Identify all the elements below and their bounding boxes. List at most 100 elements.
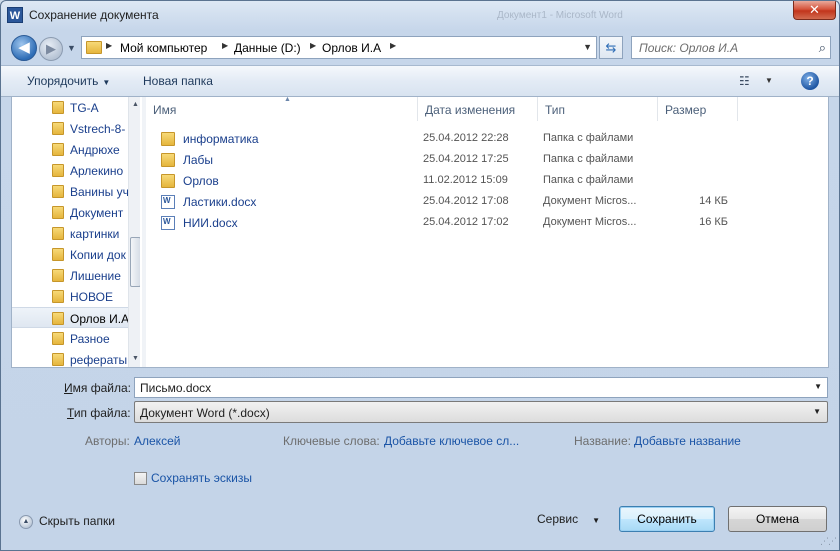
nav-item[interactable]: рефераты (12, 349, 130, 367)
filetype-label: Тип файла: (67, 406, 131, 420)
tools-label: Сервис (537, 512, 579, 526)
column-header-type[interactable]: Тип (538, 97, 658, 121)
sort-ascending-icon: ▲ (284, 96, 291, 103)
nav-item-label: рефераты (70, 353, 128, 367)
file-date: 25.04.2012 17:02 (423, 216, 509, 228)
chevron-down-icon[interactable]: ▼ (814, 382, 822, 391)
tools-menu-button[interactable]: Сервис ▼ (537, 512, 600, 526)
nav-item-label: Копии док (70, 248, 126, 262)
forward-button[interactable]: ▶ (39, 37, 63, 61)
column-label: Размер (665, 103, 707, 117)
nav-item[interactable]: Арлекино (12, 160, 130, 181)
save-thumbnails-checkbox[interactable] (134, 472, 147, 485)
scroll-thumb[interactable] (130, 237, 140, 287)
nav-item[interactable]: Лишение (12, 265, 130, 286)
back-button[interactable]: ◀ (11, 35, 37, 61)
folder-icon (161, 132, 175, 146)
address-bar[interactable]: ▶ Мой компьютер ▶ Данные (D:) ▶ Орлов И.… (81, 36, 597, 59)
nav-item[interactable]: картинки (12, 223, 130, 244)
title-value[interactable]: Добавьте название (634, 434, 741, 448)
help-button[interactable]: ? (801, 72, 819, 90)
file-name: НИИ.docx (183, 216, 238, 230)
file-type: Папка с файлами (543, 153, 634, 165)
file-row[interactable]: Орлов 11.02.2012 15:09 Папка с файлами (146, 170, 829, 191)
nav-item-selected[interactable]: Орлов И.А (12, 307, 130, 328)
chevron-right-icon[interactable]: ▶ (106, 41, 112, 50)
chevron-up-icon: ▲ (19, 514, 33, 529)
nav-item[interactable]: Копии док (12, 244, 130, 265)
background-window-title: Документ1 - Microsoft Word (497, 10, 623, 21)
word-document-icon (161, 195, 175, 209)
folder-icon (52, 206, 64, 219)
nav-item[interactable]: Ванины уч (12, 181, 130, 202)
nav-item[interactable]: Андрюхе (12, 139, 130, 160)
scroll-down-icon[interactable]: ▼ (132, 355, 139, 362)
file-row[interactable]: НИИ.docx 25.04.2012 17:02 Документ Micro… (146, 212, 829, 233)
folder-icon (52, 332, 64, 345)
back-arrow-icon: ◀ (18, 39, 30, 56)
column-header-name[interactable]: Имя ▲ (146, 96, 418, 121)
nav-item[interactable]: НОВОЕ (12, 286, 130, 307)
view-options-icon[interactable]: ☷ (739, 74, 750, 88)
column-header-size[interactable]: Размер (658, 97, 738, 121)
authors-value[interactable]: Алексей (134, 434, 180, 448)
view-dropdown-icon[interactable]: ▼ (765, 76, 773, 85)
refresh-button[interactable]: ⇆ (599, 36, 623, 59)
column-label: Имя (153, 103, 177, 117)
search-icon[interactable]: ⌕ (819, 40, 826, 56)
save-thumbnails-label[interactable]: Сохранять эскизы (151, 471, 252, 485)
hide-folders-label: Скрыть папки (39, 514, 115, 528)
nav-item[interactable]: Документ (12, 202, 130, 223)
filetype-select[interactable]: Документ Word (*.docx) ▼ (134, 401, 828, 423)
keywords-label: Ключевые слова: (283, 434, 380, 448)
save-button[interactable]: Сохранить (619, 506, 715, 532)
folder-icon (52, 290, 64, 303)
search-input[interactable]: Поиск: Орлов И.А (639, 41, 738, 55)
breadcrumb-folder[interactable]: Орлов И.А (322, 41, 381, 55)
scroll-up-icon[interactable]: ▲ (132, 101, 139, 108)
filename-input[interactable]: Письмо.docx ▼ (134, 377, 828, 398)
filename-value: Письмо.docx (140, 381, 212, 395)
breadcrumb-computer[interactable]: Мой компьютер (120, 41, 207, 55)
organize-label: Упорядочить (27, 74, 99, 88)
recent-locations-dropdown-icon[interactable]: ▼ (67, 43, 77, 53)
file-date: 25.04.2012 17:25 (423, 153, 509, 165)
file-row[interactable]: Ластики.docx 25.04.2012 17:08 Документ M… (146, 191, 829, 212)
keywords-value[interactable]: Добавьте ключевое сл... (384, 434, 519, 448)
folder-icon (52, 353, 64, 366)
folder-icon (52, 227, 64, 240)
chevron-right-icon[interactable]: ▶ (222, 41, 228, 50)
nav-item[interactable]: TG-A (12, 97, 130, 118)
close-button[interactable]: ✕ (793, 1, 836, 20)
nav-item-label: картинки (70, 227, 120, 241)
file-list: Имя ▲ Дата изменения Тип Размер информати… (146, 96, 829, 367)
folder-icon (161, 174, 175, 188)
column-header-date[interactable]: Дата изменения (418, 97, 538, 121)
address-dropdown-icon[interactable]: ▼ (583, 42, 592, 52)
file-row[interactable]: Лабы 25.04.2012 17:25 Папка с файлами (146, 149, 829, 170)
file-type: Документ Micros... (543, 195, 637, 207)
file-row[interactable]: информатика 25.04.2012 22:28 Папка с фай… (146, 128, 829, 149)
nav-item-label: Документ (70, 206, 124, 220)
filename-label: Имя файла: (64, 381, 131, 395)
chevron-right-icon[interactable]: ▶ (390, 41, 396, 50)
chevron-right-icon[interactable]: ▶ (310, 41, 316, 50)
resize-grip-icon[interactable]: ⋰⋰ (820, 536, 837, 547)
nav-scrollbar[interactable]: ▲ ▼ (128, 97, 140, 367)
chevron-down-icon[interactable]: ▼ (813, 407, 821, 416)
breadcrumb-drive[interactable]: Данные (D:) (234, 41, 301, 55)
file-type: Документ Micros... (543, 216, 637, 228)
word-app-icon: W (7, 7, 23, 23)
nav-item[interactable]: Vstrech-8- (12, 118, 130, 139)
nav-item[interactable]: Разное (12, 328, 130, 349)
new-folder-button[interactable]: Новая папка (143, 74, 213, 88)
title-bar[interactable]: W Сохранение документа Документ1 - Micro… (1, 1, 839, 31)
filename-label-text: мя файла: (72, 381, 131, 395)
column-label: Дата изменения (425, 103, 516, 117)
organize-button[interactable]: Упорядочить ▼ (27, 74, 110, 88)
cancel-button[interactable]: Отмена (728, 506, 827, 532)
filetype-label-text: ип файла: (73, 406, 131, 420)
search-box[interactable]: Поиск: Орлов И.А ⌕ (631, 36, 831, 59)
file-type: Папка с файлами (543, 132, 634, 144)
hide-folders-button[interactable]: ▲ Скрыть папки (19, 514, 115, 529)
